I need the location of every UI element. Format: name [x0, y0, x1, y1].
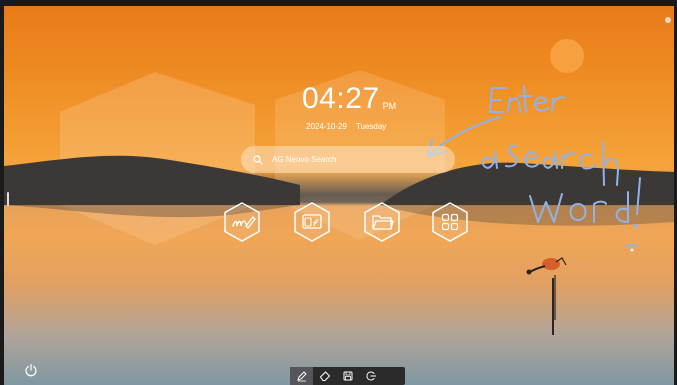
pen-icon [296, 371, 307, 382]
flamingo-silhouette [526, 257, 567, 335]
weekday-value: Tuesday [355, 122, 387, 131]
save-icon [343, 371, 352, 381]
annotation-toolbar [290, 367, 405, 385]
search-placeholder: AG Neovo Search [272, 155, 337, 164]
folder-icon [364, 202, 400, 242]
date-display: 2024-10-29 Tuesday [306, 122, 395, 131]
home-screen: 04:27 PM 2024-10-29 Tuesday AG Neovo Sear… [0, 0, 677, 385]
wallpaper [4, 39, 674, 335]
app-launcher-row [0, 202, 677, 242]
bezel-left [0, 0, 4, 385]
all-apps-button[interactable] [430, 202, 470, 242]
exit-icon [365, 371, 376, 381]
search-bar[interactable]: AG Neovo Search [241, 146, 455, 173]
save-tool-button[interactable] [336, 367, 359, 385]
power-icon[interactable] [24, 363, 38, 377]
clock: 04:27 PM [302, 84, 396, 114]
file-manager-app-button[interactable] [362, 202, 402, 242]
clock-time: 04:27 [302, 82, 380, 115]
sun [550, 39, 584, 73]
exit-tool-button[interactable] [359, 367, 382, 385]
annotation-dot [630, 248, 634, 252]
pen-tool-button[interactable] [290, 367, 313, 385]
eraser-tool-button[interactable] [313, 367, 336, 385]
clock-ampm: PM [382, 101, 397, 111]
pen-on-paper-icon [224, 202, 260, 242]
cast-icon [294, 202, 330, 242]
date-value: 2024-10-29 [306, 122, 347, 131]
status-indicator-icon [665, 17, 671, 23]
search-icon [253, 154, 263, 165]
whiteboard-app-button[interactable] [222, 202, 262, 242]
eraser-icon [319, 371, 330, 381]
bezel-top [0, 0, 677, 6]
apps-grid-icon [432, 202, 468, 242]
screen-share-app-button[interactable] [292, 202, 332, 242]
